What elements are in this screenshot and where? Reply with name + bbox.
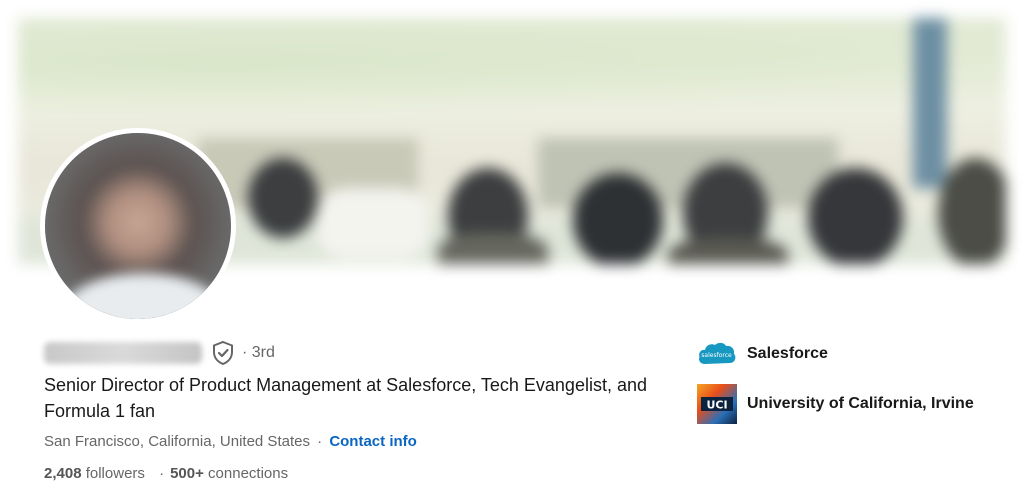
profile-photo[interactable] [40,128,236,324]
uci-logo: UCI [697,384,737,424]
svg-text:salesforce: salesforce [701,352,732,359]
company-name: Salesforce [747,345,828,362]
profile-name-redacted [44,342,202,364]
connection-degree: · 3rd [242,344,275,361]
school-name: University of California, Irvine [747,395,974,412]
profile-top-card: · 3rd Senior Director of Product Managem… [0,0,1024,495]
connections-label[interactable]: connections [208,465,288,482]
current-company[interactable]: salesforce Salesforce [697,334,828,374]
separator: · [317,433,323,450]
followers-count: 2,408 [44,465,82,482]
shield-check-icon[interactable] [210,340,236,366]
salesforce-cloud-logo: salesforce [697,334,737,374]
location-row: San Francisco, California, United States… [44,433,417,450]
network-stats: 2,408 followers · 500+ connections [44,465,288,482]
profile-headline: Senior Director of Product Management at… [44,375,647,421]
education-school[interactable]: UCI University of California, Irvine [697,384,974,424]
followers-label: followers [85,465,145,482]
connections-count[interactable]: 500+ [170,465,204,482]
location-text: San Francisco, California, United States [44,433,310,450]
svg-text:UCI: UCI [706,399,727,412]
separator: · [159,465,165,482]
contact-info-link[interactable]: Contact info [329,433,417,450]
